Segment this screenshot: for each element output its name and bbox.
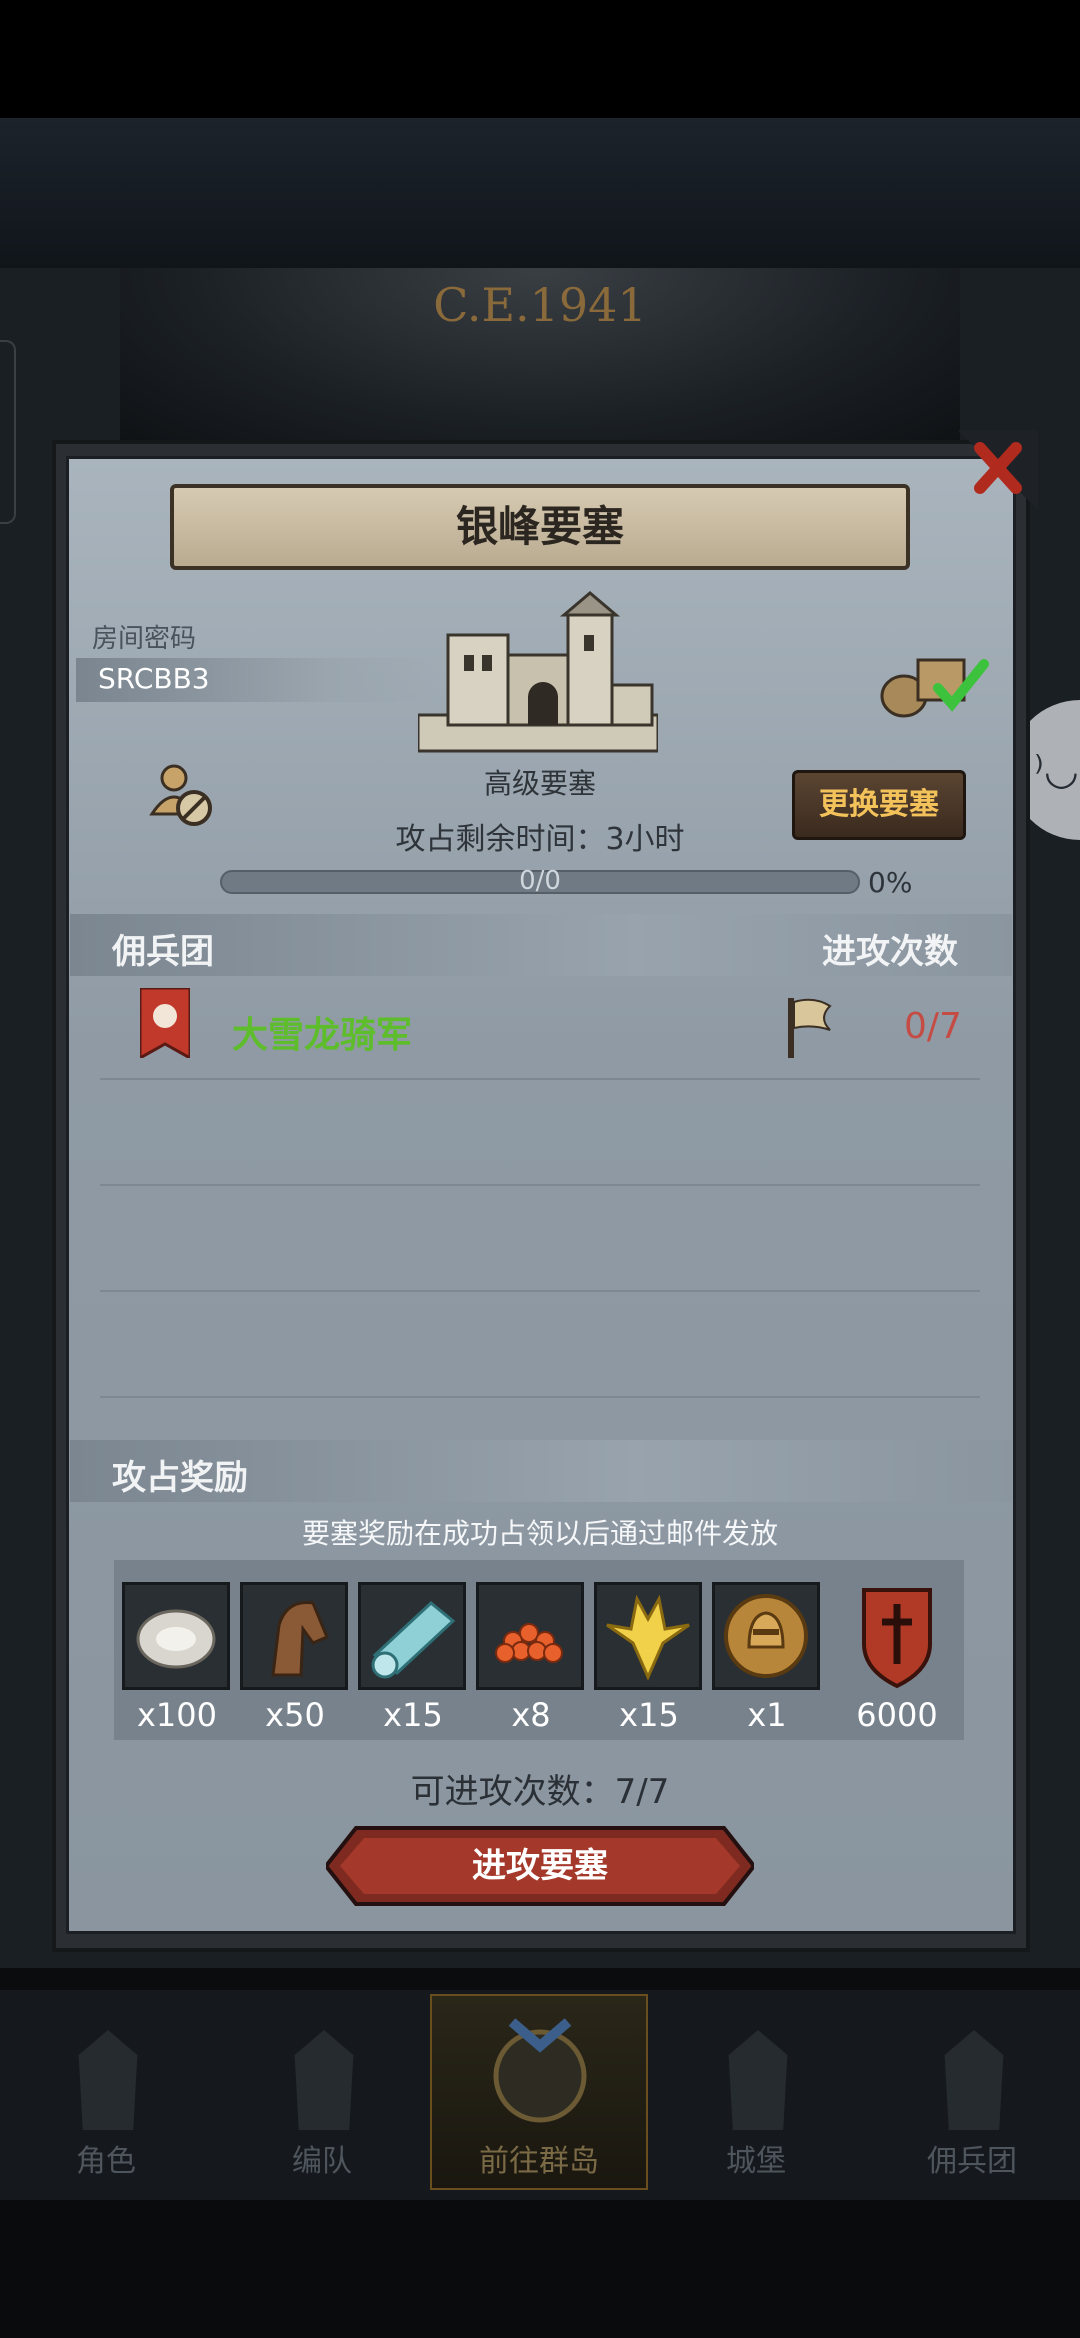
room-password-value: SRCBB3 <box>98 662 210 695</box>
era-label: C.E.1941 <box>433 278 647 332</box>
honor-shield-icon[interactable] <box>852 1582 942 1690</box>
reward-note: 要塞奖励在成功占领以后通过邮件发放 <box>301 1517 778 1550</box>
floating-face-icon: ⁾◡⁽ <box>1034 748 1080 794</box>
armor-icon <box>294 2030 354 2130</box>
status-bar <box>0 0 1080 118</box>
attack-count-header: 进攻次数 <box>822 932 958 972</box>
nav-formation[interactable]: 编队 <box>222 2000 422 2190</box>
guild-banner-icon <box>140 988 190 1058</box>
progress-percent: 0% <box>868 866 913 899</box>
cloth-roll-icon[interactable] <box>358 1582 466 1690</box>
castle-tower-icon <box>728 2030 788 2130</box>
knight-helmet-icon <box>78 2030 138 2130</box>
oyster-icon[interactable] <box>122 1582 230 1690</box>
guild-name: 大雪龙骑军 <box>232 1015 413 1056</box>
golden-crest-icon[interactable] <box>594 1582 702 1690</box>
left-edge-tab[interactable] <box>0 340 16 524</box>
header-band <box>0 118 1080 268</box>
reward-header-label: 攻占奖励 <box>112 1458 248 1498</box>
row-divider <box>100 1290 980 1292</box>
flag-icon <box>788 998 832 1058</box>
mercenary-icon <box>944 2030 1004 2130</box>
nav-label: 城堡 <box>726 2144 786 2179</box>
reward-qty: x15 <box>619 1696 679 1734</box>
close-icon[interactable] <box>958 430 1038 510</box>
globe-compass-icon <box>493 2018 587 2123</box>
guild-attack-count: 0/7 <box>904 1006 962 1047</box>
nav-islands[interactable]: 前往群岛 <box>430 1994 648 2190</box>
row-divider <box>100 1184 980 1186</box>
reward-qty: x8 <box>511 1696 551 1734</box>
reward-qty: x50 <box>265 1696 325 1734</box>
room-password-label: 房间密码 <box>92 624 197 654</box>
reward-qty: x15 <box>383 1696 443 1734</box>
row-divider <box>100 1078 980 1080</box>
attack-fortress-label[interactable]: 进攻要塞 <box>326 1838 754 1887</box>
dialog-title: 银峰要塞 <box>170 484 910 570</box>
loot-claimed-icon[interactable] <box>876 650 996 720</box>
nav-castle[interactable]: 城堡 <box>656 2000 856 2190</box>
fortress-grade: 高级要塞 <box>483 767 596 800</box>
nav-mercenary[interactable]: 佣兵团 <box>872 2000 1072 2190</box>
knight-medal-icon[interactable] <box>712 1582 820 1690</box>
nav-character[interactable]: 角色 <box>6 2000 206 2190</box>
progress-value: 0/0 <box>519 866 561 896</box>
no-entry-person-icon[interactable] <box>146 762 216 828</box>
nav-label: 佣兵团 <box>927 2144 1017 2179</box>
system-nav-bar <box>0 2200 1080 2338</box>
nav-label: 前往群岛 <box>479 2144 599 2179</box>
horse-icon[interactable] <box>240 1582 348 1690</box>
reward-qty: x1 <box>747 1696 787 1734</box>
swap-fortress-button[interactable]: 更换要塞 <box>792 770 966 840</box>
nav-label: 编队 <box>292 2144 352 2179</box>
nav-label: 角色 <box>76 2144 136 2179</box>
reward-qty: x100 <box>136 1696 217 1734</box>
time-remaining: 攻占剩余时间：3小时 <box>395 822 685 857</box>
roe-icon[interactable] <box>476 1582 584 1690</box>
available-attacks: 可进攻次数：7/7 <box>410 1772 670 1812</box>
reward-qty: 6000 <box>856 1696 938 1734</box>
mercenary-header-label: 佣兵团 <box>112 932 214 972</box>
castle-icon <box>418 591 658 753</box>
row-divider <box>100 1396 980 1398</box>
